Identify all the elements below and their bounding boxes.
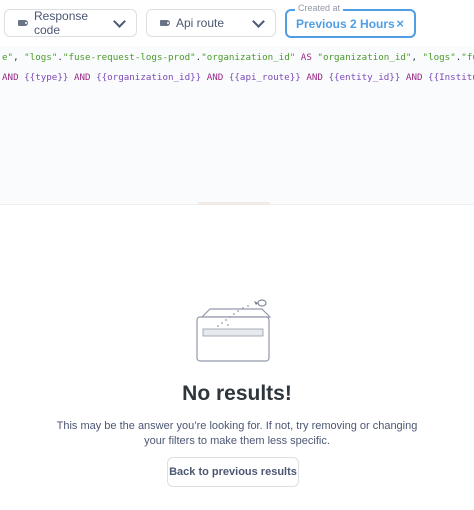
sql-token: {{entity_id}} (328, 72, 401, 83)
created-at-filter[interactable]: Created at Previous 2 Hours × (285, 3, 416, 38)
sql-editor[interactable]: e", "logs"."fuse-request-logs-prod"."org… (0, 46, 474, 204)
sql-token: AND (2, 72, 25, 83)
api-route-filter-label: Api route (176, 16, 225, 30)
created-at-value: Previous 2 Hours (296, 16, 395, 31)
sql-token: , (13, 52, 25, 63)
sql-line-1: e", "logs"."fuse-request-logs-prod"."org… (2, 52, 474, 63)
sql-token: {{type}} (24, 72, 69, 83)
sql-token: AND (68, 72, 97, 83)
sql-token: AND (201, 72, 229, 83)
response-code-filter[interactable]: Response code (4, 9, 137, 37)
close-icon[interactable]: × (396, 16, 404, 31)
sql-token: "logs" (422, 52, 456, 63)
sql-token: {{Institution_r (428, 72, 474, 83)
sql-token: {{api_route}} (228, 72, 301, 83)
api-route-filter[interactable]: Api route (146, 9, 276, 37)
sql-token: "logs" (24, 52, 58, 63)
filter-bar: Response code Api route Created at Previ… (0, 0, 474, 46)
sql-token: "fuse-rec (461, 52, 474, 63)
sql-line-2: AND {{type}} AND {{organization_id}} AND… (2, 72, 474, 83)
response-code-filter-label: Response code (34, 9, 89, 37)
sql-token: e" (2, 52, 14, 63)
sql-token: AND (400, 72, 429, 83)
sql-token: AND (300, 72, 329, 83)
chevron-down-icon (252, 14, 265, 28)
sql-token: AS (295, 52, 318, 63)
sql-token: , (411, 52, 423, 63)
tag-icon (160, 20, 170, 26)
sql-token: "organization_id" (317, 52, 412, 63)
sql-token: {{organization_id}} (96, 72, 202, 83)
tag-icon (18, 20, 28, 26)
resize-handle[interactable] (198, 202, 270, 205)
no-results-message: This may be the answer you’re looking fo… (56, 420, 418, 447)
chevron-down-icon (113, 14, 126, 28)
no-results-title: No results! (182, 382, 292, 405)
sql-token: "organization_id" (201, 52, 296, 63)
sql-token: "fuse-request-logs-prod" (62, 52, 196, 63)
created-at-legend: Created at (295, 3, 344, 13)
back-to-previous-results-button[interactable]: Back to previous results (167, 457, 299, 487)
empty-box-icon (196, 299, 272, 362)
